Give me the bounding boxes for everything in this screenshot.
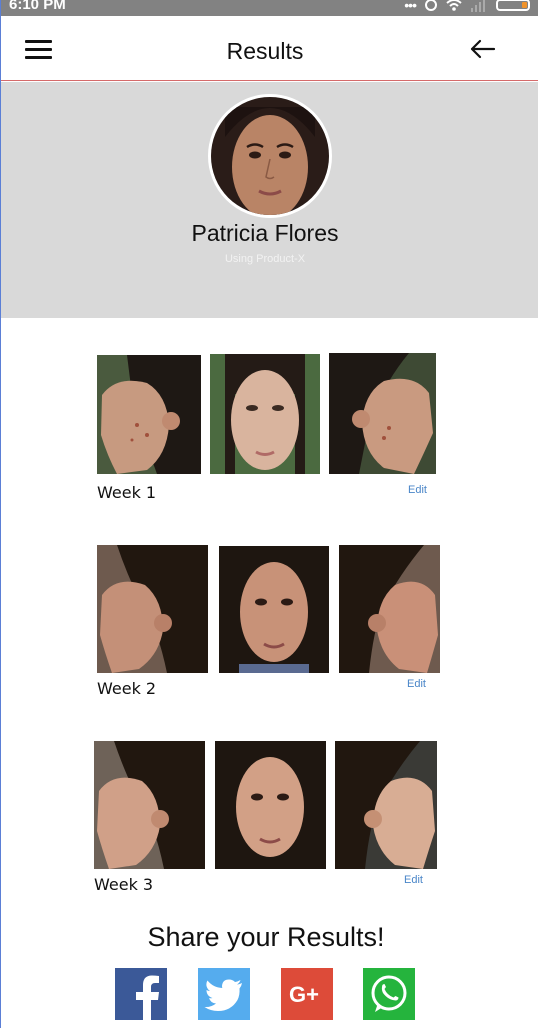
- whatsapp-icon[interactable]: [363, 968, 415, 1020]
- week-2-left-profile-photo[interactable]: [97, 545, 208, 673]
- google-plus-icon[interactable]: G+: [281, 968, 333, 1020]
- app-bar: Results: [1, 16, 538, 81]
- week-3-right-profile-photo[interactable]: [335, 741, 437, 869]
- week-2-front-photo[interactable]: [219, 546, 329, 673]
- week-1-front-photo[interactable]: [210, 354, 320, 474]
- week-2-right-profile-photo[interactable]: [339, 545, 440, 673]
- status-time: 6:10 PM: [9, 0, 66, 13]
- signal-icon: [471, 0, 485, 12]
- status-bar: 6:10 PM •••: [1, 0, 538, 16]
- week-3-label: Week 3: [94, 875, 154, 894]
- profile-name: Patricia Flores: [191, 220, 339, 246]
- facebook-icon[interactable]: [115, 968, 167, 1020]
- week-1-label: Week 1: [97, 483, 157, 502]
- status-icons: •••: [404, 0, 530, 12]
- avatar[interactable]: [208, 94, 332, 218]
- week-2-label: Week 2: [97, 679, 157, 698]
- twitter-icon[interactable]: [198, 968, 250, 1020]
- page-title: Results: [226, 38, 304, 64]
- share-title: Share your Results!: [147, 922, 385, 952]
- week-1-right-profile-photo[interactable]: [329, 353, 436, 474]
- profile-subtitle: Using Product-X: [224, 253, 306, 265]
- battery-icon: [496, 0, 530, 11]
- wifi-icon: [446, 0, 462, 11]
- profile-header: Patricia Flores Using Product-X: [1, 82, 538, 318]
- week-2-edit-link[interactable]: Edit: [407, 678, 426, 690]
- back-arrow-icon[interactable]: [469, 38, 497, 60]
- svg-text:G+: G+: [289, 982, 319, 1007]
- sync-icon: [425, 0, 437, 11]
- week-3-edit-link[interactable]: Edit: [404, 874, 423, 886]
- week-3-front-photo[interactable]: [215, 741, 326, 869]
- week-1-edit-link[interactable]: Edit: [408, 484, 427, 496]
- week-1-left-profile-photo[interactable]: [97, 355, 201, 474]
- week-3-left-profile-photo[interactable]: [94, 741, 205, 869]
- more-dots-icon: •••: [404, 0, 417, 13]
